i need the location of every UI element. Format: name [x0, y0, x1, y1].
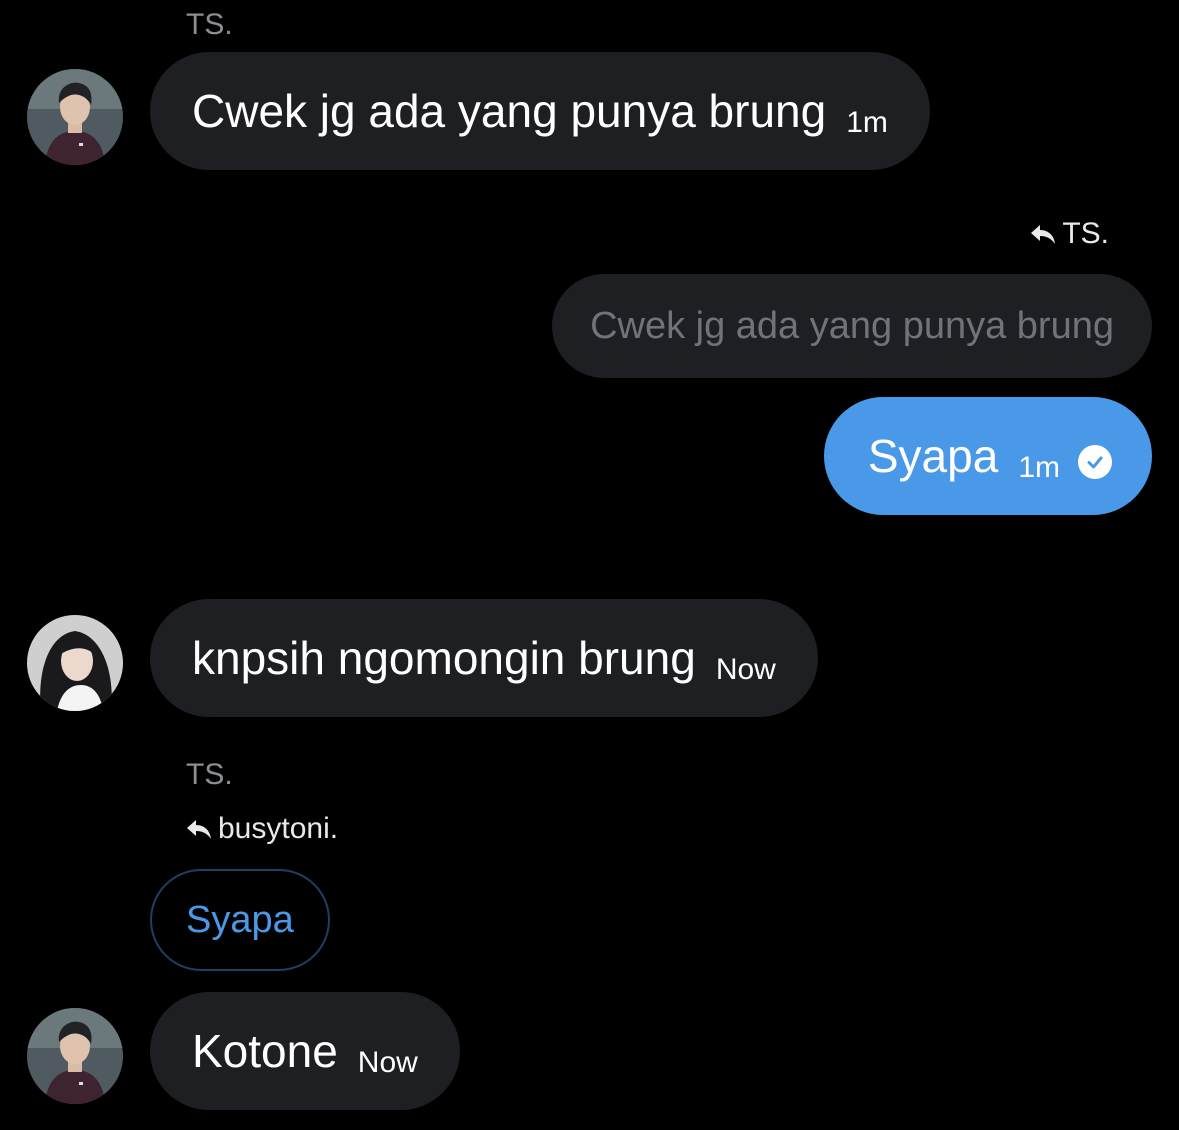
- user-avatar[interactable]: [27, 1008, 123, 1104]
- message-bubble[interactable]: Kotone Now: [150, 992, 460, 1110]
- quoted-message-text: Syapa: [186, 899, 294, 941]
- reply-indicator: busytoni.: [186, 814, 338, 844]
- male-avatar-icon: [27, 69, 123, 165]
- quoted-message[interactable]: Cwek jg ada yang punya brung: [552, 274, 1152, 378]
- male-avatar-icon: [27, 1008, 123, 1104]
- message-text: Syapa: [867, 430, 999, 482]
- message-bubble[interactable]: Cwek jg ada yang punya brung 1m: [150, 52, 930, 170]
- female-avatar-icon: [27, 615, 123, 711]
- reply-target-name: TS.: [1062, 217, 1109, 250]
- sender-name: TS.: [186, 758, 233, 791]
- user-avatar[interactable]: [27, 615, 123, 711]
- reply-arrow-icon: [1031, 225, 1056, 244]
- reply-target-name: busytoni.: [218, 812, 339, 845]
- check-circle-icon: [1078, 445, 1112, 479]
- reply-arrow-icon: [187, 820, 211, 839]
- quoted-message-text: Cwek jg ada yang punya brung: [590, 305, 1114, 347]
- message-bubble[interactable]: knpsih ngomongin brung Now: [150, 599, 818, 717]
- message-timestamp: 1m: [1018, 451, 1060, 484]
- reply-indicator: TS.: [1030, 219, 1109, 249]
- message-timestamp: Now: [357, 1046, 418, 1079]
- message-text: Kotone: [192, 1025, 338, 1077]
- message-timestamp: Now: [715, 653, 776, 686]
- sender-name: TS.: [186, 8, 233, 41]
- message-bubble-outgoing[interactable]: Syapa 1m: [823, 397, 1152, 515]
- quoted-message[interactable]: Syapa: [150, 869, 330, 971]
- message-timestamp: 1m: [846, 106, 888, 139]
- message-text: knpsih ngomongin brung: [192, 632, 696, 684]
- message-text: Cwek jg ada yang punya brung: [192, 85, 827, 137]
- user-avatar[interactable]: [27, 69, 123, 165]
